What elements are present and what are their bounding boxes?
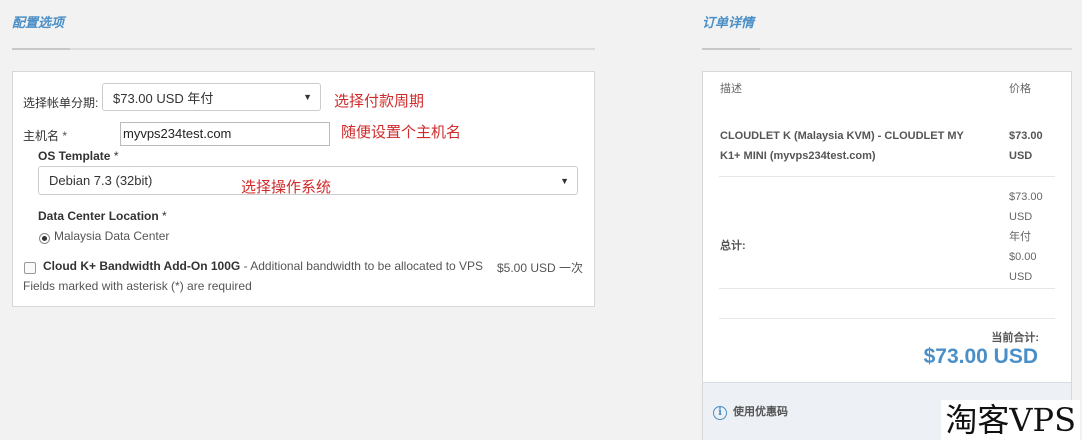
order-item-price: $73.00 USD xyxy=(1009,130,1043,162)
info-icon: i xyxy=(713,406,727,420)
total-label: 总计: xyxy=(720,240,746,252)
datacenter-label: Data Center Location * xyxy=(38,209,167,223)
caret-down-icon: ▼ xyxy=(560,175,569,186)
divider xyxy=(719,318,1055,319)
billing-cycle-select[interactable]: $73.00 USD 年付 ▼ xyxy=(102,83,321,111)
required-fields-note: Fields marked with asterisk (*) are requ… xyxy=(23,279,252,293)
os-template-label: OS Template * xyxy=(38,149,119,163)
hostname-value: myvps234test.com xyxy=(123,126,232,141)
billing-cycle-value: $73.00 USD 年付 xyxy=(113,90,214,106)
datacenter-option-label: Malaysia Data Center xyxy=(54,229,170,243)
total-breakdown: $73.00 USD 年付 $0.00 USD xyxy=(1009,191,1043,283)
addon-label: Cloud K+ Bandwidth Add-On 100G - Additio… xyxy=(43,259,484,273)
os-annotation: 选择操作系统 xyxy=(241,178,332,196)
billing-label: 选择帐单分期: xyxy=(23,96,99,110)
billing-annotation: 选择付款周期 xyxy=(334,92,425,110)
config-title-rule xyxy=(12,48,595,50)
order-title-rule xyxy=(702,48,1072,50)
hostname-annotation: 随便设置个主机名 xyxy=(341,123,462,141)
addon-checkbox[interactable] xyxy=(24,262,36,274)
divider xyxy=(719,288,1055,289)
os-template-value: Debian 7.3 (32bit) xyxy=(49,173,153,188)
divider xyxy=(719,176,1055,177)
addon-price: $5.00 USD 一次 xyxy=(497,261,584,275)
hostname-input[interactable]: myvps234test.com xyxy=(120,122,330,146)
col-price-header: 价格 xyxy=(1009,83,1031,95)
caret-down-icon: ▼ xyxy=(303,92,312,102)
config-panel: 选择帐单分期: $73.00 USD 年付 ▼ 选择付款周期 主机名 * myv… xyxy=(12,71,595,307)
current-total-value: $73.00 USD xyxy=(923,345,1038,368)
hostname-label: 主机名 * xyxy=(23,129,68,143)
watermark-logo: 淘客VPS xyxy=(941,400,1080,440)
order-panel: 描述 价格 CLOUDLET K (Malaysia KVM) - CLOUDL… xyxy=(702,71,1072,440)
promo-code-label[interactable]: 使用优惠码 xyxy=(733,402,788,422)
order-item-description: CLOUDLET K (Malaysia KVM) - CLOUDLET MY … xyxy=(720,130,964,162)
config-section-title: 配置选项 xyxy=(12,15,65,30)
datacenter-radio[interactable] xyxy=(39,233,50,244)
col-desc-header: 描述 xyxy=(720,83,742,95)
order-section-title: 订单详情 xyxy=(702,15,755,30)
